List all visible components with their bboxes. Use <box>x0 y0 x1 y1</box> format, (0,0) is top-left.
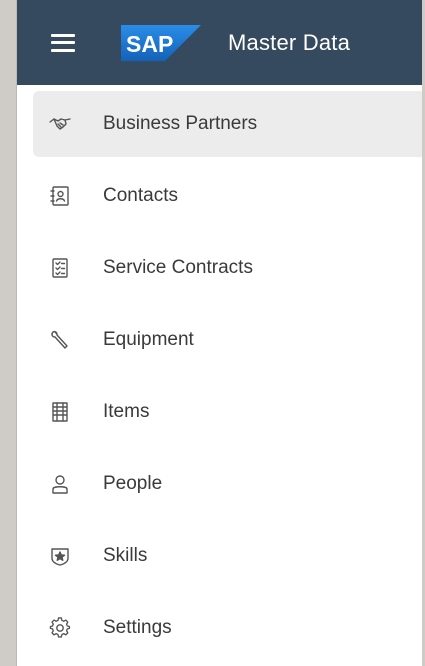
nav-item-business-partners[interactable]: Business Partners <box>33 91 422 157</box>
nav-item-label: People <box>103 473 163 494</box>
nav-item-label: Items <box>103 401 150 422</box>
nav-item-label: Contacts <box>103 185 178 206</box>
sap-logo: SAP <box>121 24 201 61</box>
nav-list: Business Partners Contacts Service Contr… <box>17 91 422 661</box>
nav-item-skills[interactable]: Skills <box>17 523 422 589</box>
navigation-panel: SAP Master Data Business Partners Contac… <box>16 0 422 666</box>
contract-icon <box>49 257 71 279</box>
hamburger-icon[interactable] <box>51 33 75 52</box>
nav-item-label: Settings <box>103 617 172 638</box>
nav-item-service-contracts[interactable]: Service Contracts <box>17 235 422 301</box>
app-header: SAP Master Data <box>17 0 422 85</box>
handshake-icon <box>49 113 71 135</box>
nav-item-label: Service Contracts <box>103 257 253 278</box>
nav-item-label: Equipment <box>103 329 194 350</box>
nav-item-people[interactable]: People <box>17 451 422 517</box>
nav-item-items[interactable]: Items <box>17 379 422 445</box>
nav-item-settings[interactable]: Settings <box>17 595 422 661</box>
nav-item-label: Skills <box>103 545 148 566</box>
wrench-icon <box>49 329 71 351</box>
list-icon <box>49 401 71 423</box>
badge-icon <box>49 545 71 567</box>
app-title: Master Data <box>228 29 351 55</box>
nav-item-contacts[interactable]: Contacts <box>17 163 422 229</box>
address-book-icon <box>49 185 71 207</box>
person-icon <box>49 473 71 495</box>
gear-icon <box>49 617 71 639</box>
nav-item-equipment[interactable]: Equipment <box>17 307 422 373</box>
nav-item-label: Business Partners <box>103 113 258 134</box>
svg-text:SAP: SAP <box>126 31 173 57</box>
